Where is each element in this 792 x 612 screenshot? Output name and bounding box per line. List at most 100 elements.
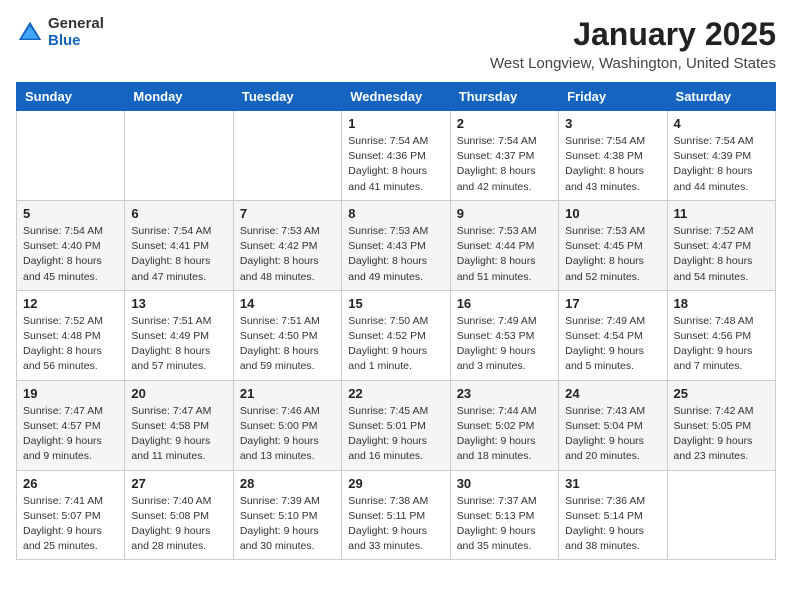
calendar-week-row: 5 Sunrise: 7:54 AM Sunset: 4:40 PM Daylig… [17,200,776,290]
day-cell-content: Sunrise: 7:53 AM Sunset: 4:45 PM Dayligh… [565,224,660,285]
title-block: January 2025 West Longview, Washington, … [490,16,776,72]
calendar-day-cell: 23 Sunrise: 7:44 AM Sunset: 5:02 PM Dayli… [450,380,558,470]
calendar-day-cell: 15 Sunrise: 7:50 AM Sunset: 4:52 PM Dayli… [342,290,450,380]
calendar-day-cell: 12Sunrise: 7:52 AM Sunset: 4:48 PM Dayli… [17,290,125,380]
day-cell-content: Sunrise: 7:51 AM Sunset: 4:49 PM Dayligh… [131,314,226,375]
day-cell-content: Sunrise: 7:38 AM Sunset: 5:11 PM Dayligh… [348,494,443,555]
day-cell-content: Sunrise: 7:51 AM Sunset: 4:50 PM Dayligh… [240,314,335,375]
day-number: 20 [131,386,226,401]
calendar-day-cell: 27Sunrise: 7:40 AM Sunset: 5:08 PM Dayli… [125,470,233,560]
day-number: 19 [23,386,118,401]
calendar-day-cell [667,470,775,560]
calendar-day-cell [233,111,341,201]
day-number: 23 [457,386,552,401]
day-cell-content: Sunrise: 7:36 AM Sunset: 5:14 PM Dayligh… [565,494,660,555]
calendar-day-cell: 6 Sunrise: 7:54 AM Sunset: 4:41 PM Daylig… [125,200,233,290]
calendar-day-cell: 31 Sunrise: 7:36 AM Sunset: 5:14 PM Dayli… [559,470,667,560]
day-number: 7 [240,206,335,221]
day-number: 8 [348,206,443,221]
day-number: 13 [131,296,226,311]
calendar-subtitle: West Longview, Washington, United States [490,55,776,72]
day-cell-content: Sunrise: 7:53 AM Sunset: 4:43 PM Dayligh… [348,224,443,285]
day-cell-content: Sunrise: 7:52 AM Sunset: 4:47 PM Dayligh… [674,224,769,285]
day-cell-content: Sunrise: 7:53 AM Sunset: 4:44 PM Dayligh… [457,224,552,285]
calendar-header-row: SundayMondayTuesdayWednesdayThursdayFrid… [17,83,776,111]
calendar-day-cell: 13 Sunrise: 7:51 AM Sunset: 4:49 PM Dayli… [125,290,233,380]
day-cell-content: Sunrise: 7:54 AM Sunset: 4:36 PM Dayligh… [348,134,443,195]
day-cell-content: Sunrise: 7:46 AM Sunset: 5:00 PM Dayligh… [240,404,335,465]
calendar-day-cell: 29 Sunrise: 7:38 AM Sunset: 5:11 PM Dayli… [342,470,450,560]
day-number: 29 [348,476,443,491]
calendar-day-cell: 10Sunrise: 7:53 AM Sunset: 4:45 PM Dayli… [559,200,667,290]
calendar-day-cell: 22 Sunrise: 7:45 AM Sunset: 5:01 PM Dayli… [342,380,450,470]
day-of-week-header: Friday [559,83,667,111]
calendar-day-cell: 19 Sunrise: 7:47 AM Sunset: 4:57 PM Dayli… [17,380,125,470]
calendar-day-cell: 2Sunrise: 7:54 AM Sunset: 4:37 PM Daylig… [450,111,558,201]
calendar-day-cell: 16 Sunrise: 7:49 AM Sunset: 4:53 PM Dayli… [450,290,558,380]
day-cell-content: Sunrise: 7:54 AM Sunset: 4:37 PM Dayligh… [457,134,552,195]
page-header: General Blue January 2025 West Longview,… [16,16,776,72]
day-cell-content: Sunrise: 7:52 AM Sunset: 4:48 PM Dayligh… [23,314,118,375]
calendar-day-cell: 14 Sunrise: 7:51 AM Sunset: 4:50 PM Dayli… [233,290,341,380]
day-number: 30 [457,476,552,491]
day-of-week-header: Tuesday [233,83,341,111]
logo-icon [16,19,44,47]
day-cell-content: Sunrise: 7:37 AM Sunset: 5:13 PM Dayligh… [457,494,552,555]
logo-blue-text: Blue [48,33,104,50]
day-number: 22 [348,386,443,401]
calendar-week-row: 12Sunrise: 7:52 AM Sunset: 4:48 PM Dayli… [17,290,776,380]
day-number: 24 [565,386,660,401]
calendar-day-cell: 21 Sunrise: 7:46 AM Sunset: 5:00 PM Dayli… [233,380,341,470]
day-number: 31 [565,476,660,491]
day-cell-content: Sunrise: 7:41 AM Sunset: 5:07 PM Dayligh… [23,494,118,555]
day-of-week-header: Thursday [450,83,558,111]
calendar-day-cell: 26 Sunrise: 7:41 AM Sunset: 5:07 PM Dayli… [17,470,125,560]
day-cell-content: Sunrise: 7:50 AM Sunset: 4:52 PM Dayligh… [348,314,443,375]
day-cell-content: Sunrise: 7:47 AM Sunset: 4:57 PM Dayligh… [23,404,118,465]
calendar-day-cell: 5 Sunrise: 7:54 AM Sunset: 4:40 PM Daylig… [17,200,125,290]
calendar-title: January 2025 [490,16,776,53]
day-number: 14 [240,296,335,311]
calendar-week-row: 19 Sunrise: 7:47 AM Sunset: 4:57 PM Dayli… [17,380,776,470]
calendar-day-cell [17,111,125,201]
day-cell-content: Sunrise: 7:49 AM Sunset: 4:53 PM Dayligh… [457,314,552,375]
day-number: 11 [674,206,769,221]
day-cell-content: Sunrise: 7:45 AM Sunset: 5:01 PM Dayligh… [348,404,443,465]
logo: General Blue [16,16,104,49]
day-cell-content: Sunrise: 7:44 AM Sunset: 5:02 PM Dayligh… [457,404,552,465]
day-cell-content: Sunrise: 7:54 AM Sunset: 4:39 PM Dayligh… [674,134,769,195]
calendar-day-cell: 8 Sunrise: 7:53 AM Sunset: 4:43 PM Daylig… [342,200,450,290]
day-of-week-header: Sunday [17,83,125,111]
calendar-day-cell: 9Sunrise: 7:53 AM Sunset: 4:44 PM Daylig… [450,200,558,290]
calendar-week-row: 26 Sunrise: 7:41 AM Sunset: 5:07 PM Dayli… [17,470,776,560]
calendar-day-cell: 28 Sunrise: 7:39 AM Sunset: 5:10 PM Dayli… [233,470,341,560]
day-of-week-header: Monday [125,83,233,111]
day-cell-content: Sunrise: 7:53 AM Sunset: 4:42 PM Dayligh… [240,224,335,285]
day-number: 3 [565,116,660,131]
calendar-day-cell: 3Sunrise: 7:54 AM Sunset: 4:38 PM Daylig… [559,111,667,201]
day-cell-content: Sunrise: 7:39 AM Sunset: 5:10 PM Dayligh… [240,494,335,555]
day-cell-content: Sunrise: 7:48 AM Sunset: 4:56 PM Dayligh… [674,314,769,375]
day-number: 28 [240,476,335,491]
day-cell-content: Sunrise: 7:54 AM Sunset: 4:41 PM Dayligh… [131,224,226,285]
day-number: 17 [565,296,660,311]
calendar-day-cell: 1Sunrise: 7:54 AM Sunset: 4:36 PM Daylig… [342,111,450,201]
calendar-day-cell: 11 Sunrise: 7:52 AM Sunset: 4:47 PM Dayli… [667,200,775,290]
day-number: 26 [23,476,118,491]
calendar-week-row: 1Sunrise: 7:54 AM Sunset: 4:36 PM Daylig… [17,111,776,201]
day-cell-content: Sunrise: 7:49 AM Sunset: 4:54 PM Dayligh… [565,314,660,375]
day-number: 21 [240,386,335,401]
calendar-day-cell: 24Sunrise: 7:43 AM Sunset: 5:04 PM Dayli… [559,380,667,470]
calendar-day-cell: 4Sunrise: 7:54 AM Sunset: 4:39 PM Daylig… [667,111,775,201]
day-cell-content: Sunrise: 7:42 AM Sunset: 5:05 PM Dayligh… [674,404,769,465]
calendar-day-cell: 25Sunrise: 7:42 AM Sunset: 5:05 PM Dayli… [667,380,775,470]
day-of-week-header: Wednesday [342,83,450,111]
day-number: 6 [131,206,226,221]
day-number: 15 [348,296,443,311]
day-number: 5 [23,206,118,221]
calendar-day-cell: 20 Sunrise: 7:47 AM Sunset: 4:58 PM Dayli… [125,380,233,470]
day-number: 16 [457,296,552,311]
day-cell-content: Sunrise: 7:54 AM Sunset: 4:40 PM Dayligh… [23,224,118,285]
calendar-day-cell [125,111,233,201]
day-cell-content: Sunrise: 7:47 AM Sunset: 4:58 PM Dayligh… [131,404,226,465]
